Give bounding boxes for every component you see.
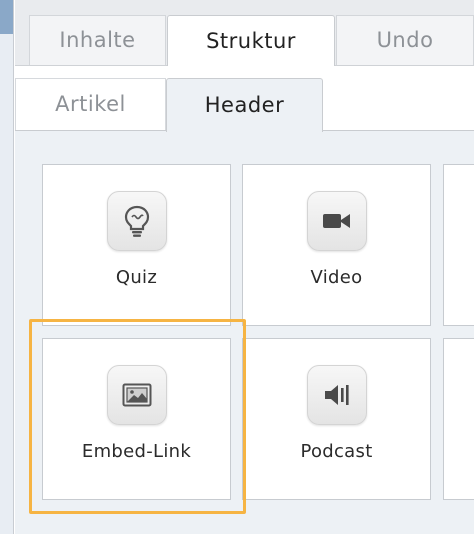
embed-image-icon	[106, 365, 167, 425]
video-label: Video	[310, 267, 363, 288]
podcast-label: Podcast	[300, 441, 373, 462]
video-tile[interactable]: Video	[242, 164, 431, 326]
embed-link-label: Embed-Link	[81, 441, 192, 462]
tab-artikel[interactable]: Artikel	[15, 78, 166, 130]
speaker-icon	[306, 365, 367, 425]
video-camera-icon	[306, 191, 367, 251]
podcast-tile[interactable]: Podcast	[242, 338, 431, 500]
left-panel-strip	[0, 0, 14, 534]
quiz-label: Quiz	[115, 267, 158, 288]
tab-header[interactable]: Header	[166, 78, 323, 132]
tab-struktur[interactable]: Struktur	[167, 15, 335, 66]
more-tile-top[interactable]	[443, 164, 474, 326]
lightbulb-icon	[106, 191, 167, 251]
embed-link-tile[interactable]: Embed-Link	[42, 338, 231, 500]
tab-undo[interactable]: Undo	[336, 15, 474, 65]
quiz-tile[interactable]: Quiz	[42, 164, 231, 326]
more-tile-bottom[interactable]	[443, 338, 474, 500]
tab-inhalte[interactable]: Inhalte	[29, 15, 166, 65]
